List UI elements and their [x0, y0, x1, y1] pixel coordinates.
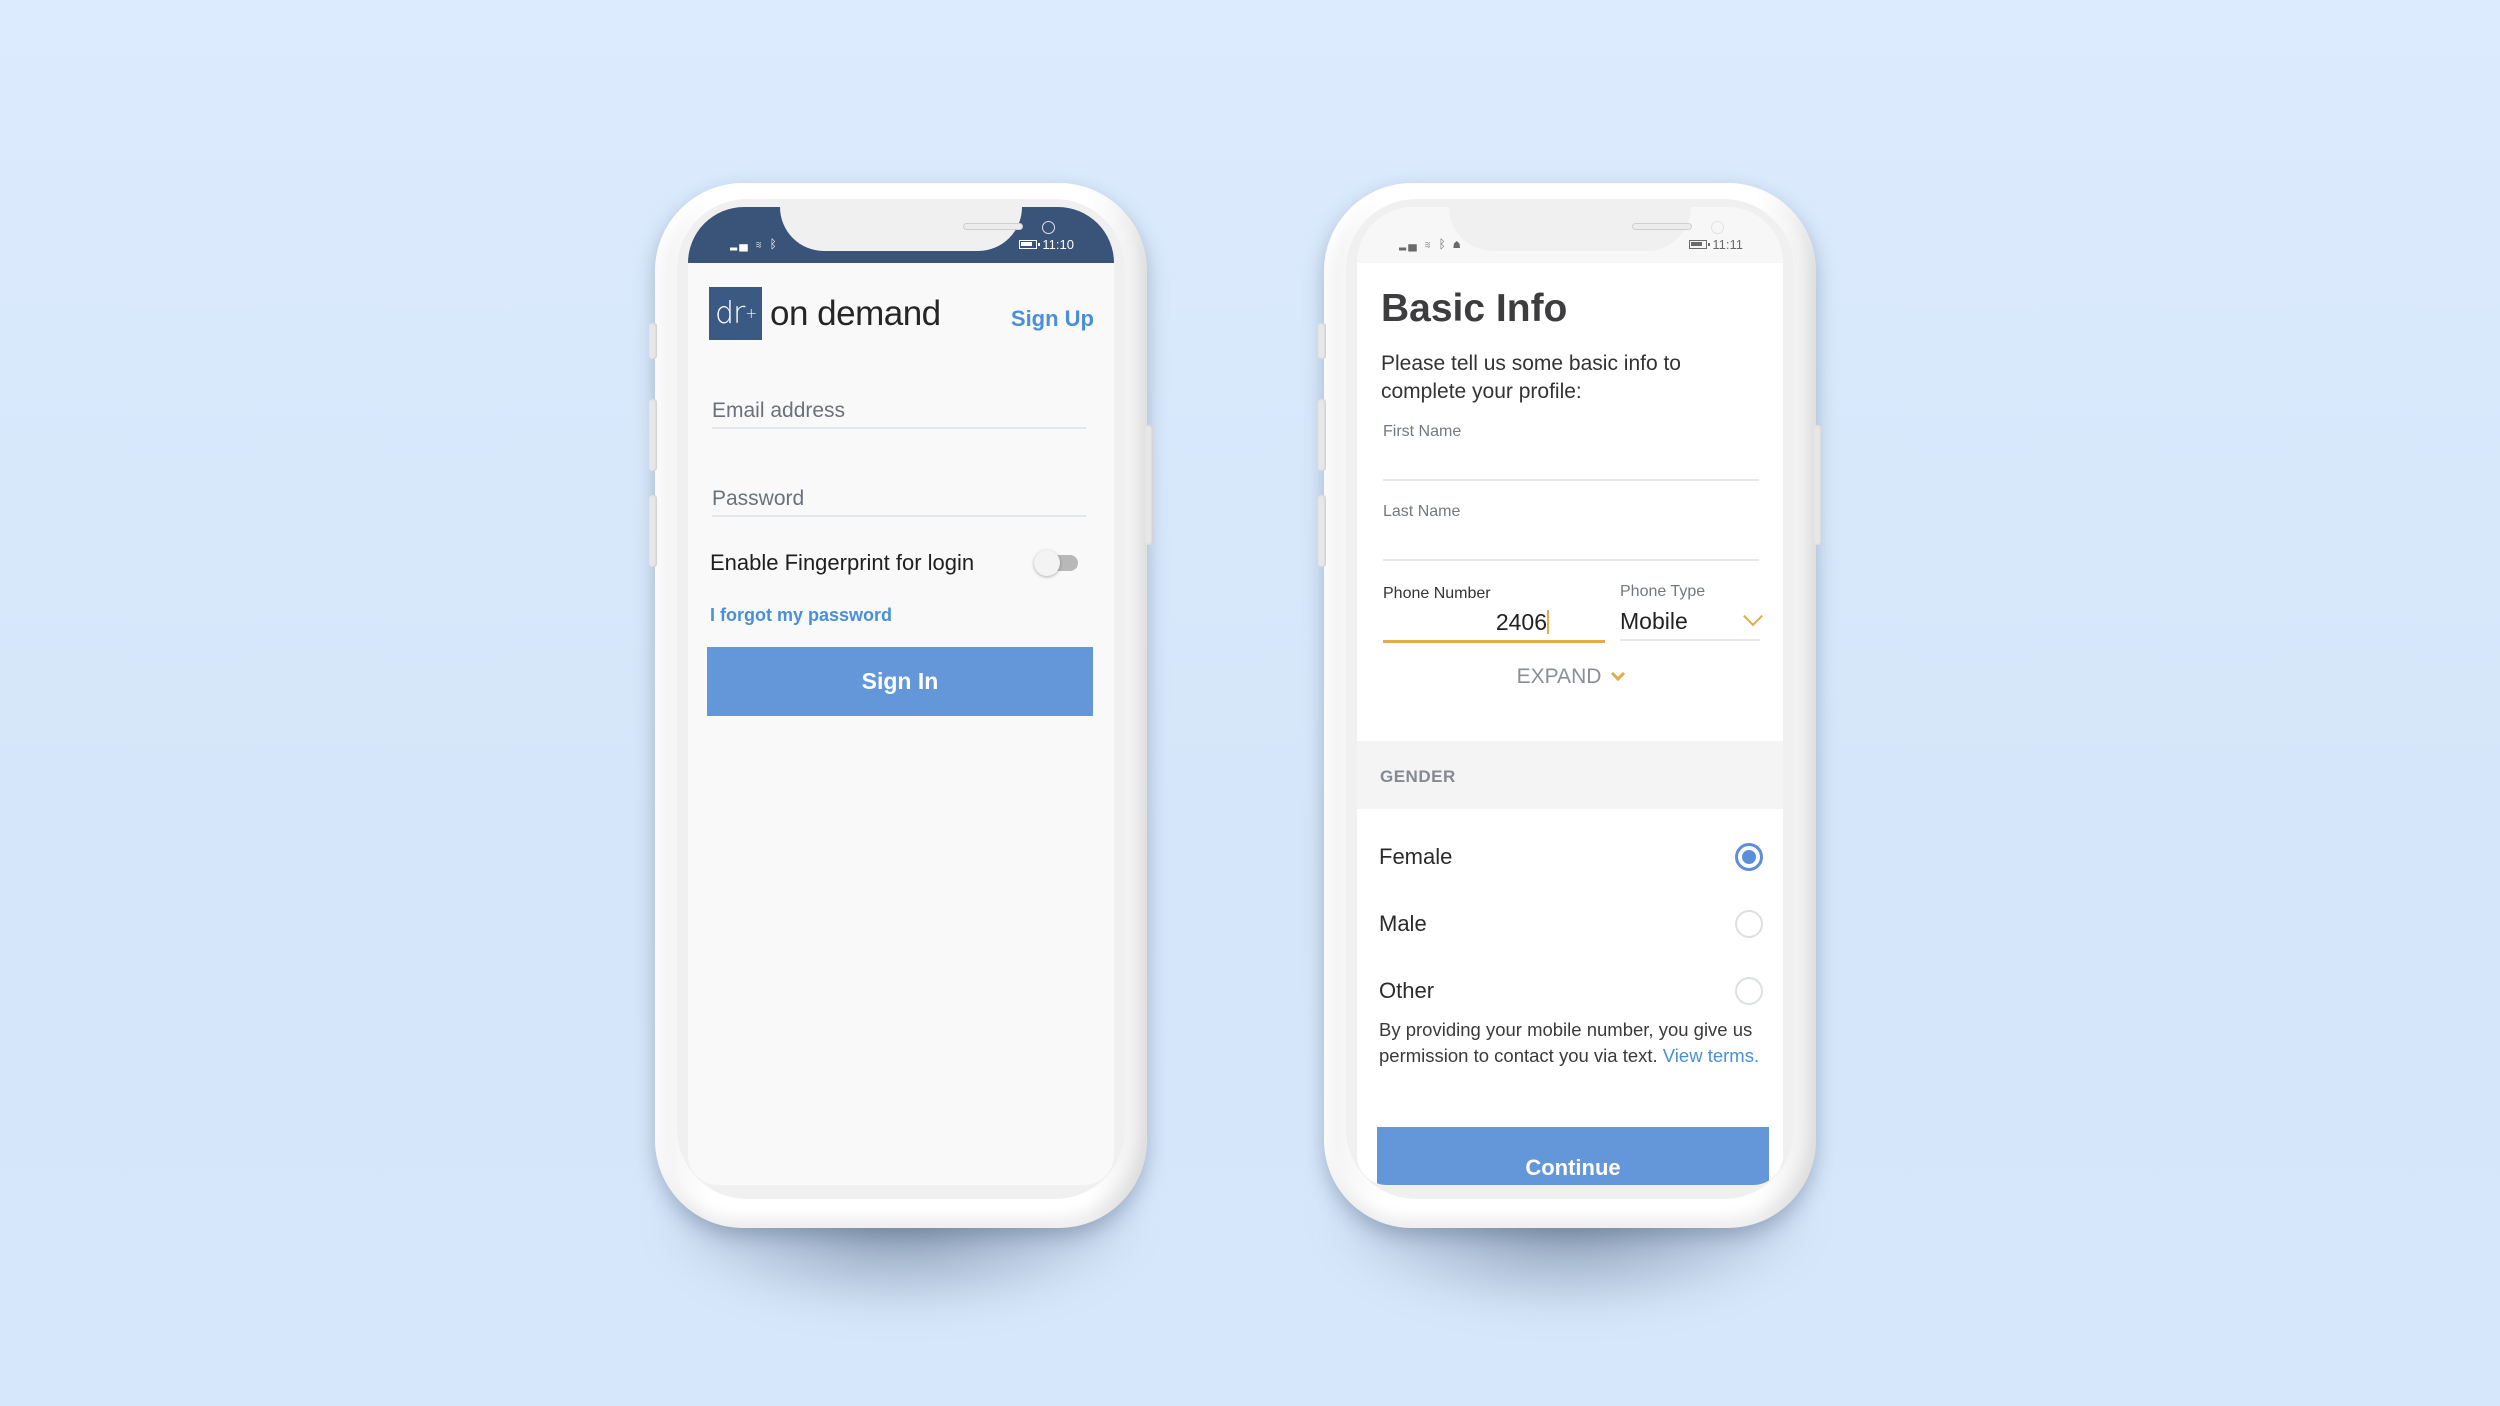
last-name-label: Last Name: [1383, 503, 1461, 520]
gender-header-label: GENDER: [1380, 767, 1456, 786]
volume-up-button: [649, 399, 657, 471]
phone-type-select[interactable]: Phone Type Mobile: [1620, 583, 1763, 641]
side-button: [1318, 323, 1326, 359]
sign-in-button[interactable]: Sign In: [707, 647, 1093, 716]
basic-info-screen: ▂▄ ≋ ᛒ ☗ 11:11 Basic Info Please tell us…: [1357, 207, 1783, 1185]
login-phone: ▂▄ ≋ ᛒ 11:10 dr + on demand Sign Up Email…: [649, 183, 1153, 1228]
header: dr + on demand Sign Up: [709, 287, 1094, 340]
text-cursor: [1547, 610, 1549, 634]
forgot-password-link[interactable]: I forgot my password: [710, 605, 892, 626]
volume-down-button: [1318, 495, 1326, 567]
fingerprint-label: Enable Fingerprint for login: [710, 550, 975, 575]
continue-button[interactable]: Continue: [1377, 1127, 1769, 1185]
gender-option-label: Female: [1379, 844, 1453, 869]
side-button: [649, 323, 657, 359]
sign-up-link[interactable]: Sign Up: [1011, 306, 1094, 332]
status-icons: ▂▄ ≋ ᛒ: [730, 237, 779, 251]
signal-icon: ▂▄: [730, 237, 750, 251]
phone-number-label: Phone Number: [1383, 585, 1491, 602]
chevron-down-icon: [1743, 606, 1763, 627]
gender-option-label: Male: [1379, 911, 1427, 936]
power-button: [1814, 425, 1822, 545]
expand-button[interactable]: EXPAND: [1357, 665, 1783, 689]
login-screen: ▂▄ ≋ ᛒ 11:10 dr + on demand Sign Up Email…: [688, 207, 1114, 1185]
status-icons: ▂▄ ≋ ᛒ ☗: [1399, 237, 1462, 251]
radio-selected-icon[interactable]: [1735, 843, 1763, 871]
bluetooth-icon: ᛒ: [1438, 237, 1448, 251]
notch: [1449, 207, 1724, 251]
brand-name: on demand: [770, 293, 941, 333]
password-placeholder: Password: [712, 487, 805, 510]
gender-option-male[interactable]: Male: [1379, 894, 1763, 954]
basic-info-phone: ▂▄ ≋ ᛒ ☗ 11:11 Basic Info Please tell us…: [1318, 183, 1822, 1228]
brand-logo: dr +: [709, 287, 762, 340]
phone-type-value: Mobile: [1620, 608, 1688, 634]
status-time: 11:10: [1042, 236, 1074, 252]
status-right: 11:10: [1019, 237, 1074, 252]
consent-text: By providing your mobile number, you giv…: [1379, 1017, 1769, 1069]
radio-unselected-icon[interactable]: [1735, 910, 1763, 938]
phone-number-value: 2406: [1496, 609, 1549, 636]
view-terms-link[interactable]: View terms.: [1663, 1045, 1759, 1066]
volume-down-button: [649, 495, 657, 567]
power-button: [1145, 425, 1153, 545]
chevron-down-icon: [1611, 666, 1626, 682]
status-right: 11:11: [1689, 237, 1743, 252]
battery-icon: [1019, 239, 1041, 249]
fingerprint-row: Enable Fingerprint for login: [710, 550, 1084, 576]
fingerprint-toggle[interactable]: [1034, 550, 1078, 576]
page-title: Basic Info: [1381, 287, 1568, 330]
gender-option-female[interactable]: Female: [1379, 827, 1763, 887]
phone-number-field[interactable]: Phone Number 2406: [1383, 585, 1605, 643]
email-field[interactable]: Email address: [712, 399, 1086, 429]
last-name-field[interactable]: Last Name: [1383, 503, 1759, 561]
battery-icon: [1689, 239, 1711, 249]
camera: [1711, 221, 1724, 234]
bluetooth-icon: ᛒ: [769, 237, 779, 251]
status-time: 11:11: [1712, 236, 1743, 252]
expand-label: EXPAND: [1516, 665, 1602, 688]
gender-option-label: Other: [1379, 978, 1435, 1003]
phone-number-text: 2406: [1495, 609, 1547, 635]
gender-option-other[interactable]: Other: [1379, 961, 1763, 1021]
volume-up-button: [1318, 399, 1326, 471]
logo-mark: dr: [714, 296, 745, 331]
page-subtitle: Please tell us some basic info to comple…: [1381, 352, 1681, 403]
first-name-label: First Name: [1383, 423, 1462, 440]
first-name-field[interactable]: First Name: [1383, 423, 1759, 481]
phone-type-label: Phone Type: [1620, 583, 1706, 600]
camera: [1042, 221, 1055, 234]
wifi-icon: ≋: [755, 237, 765, 251]
signal-icon: ▂▄: [1399, 237, 1419, 251]
speaker: [963, 223, 1023, 230]
email-placeholder: Email address: [712, 399, 846, 422]
wifi-icon: ≋: [1424, 237, 1434, 251]
vpn-icon: ☗: [1453, 237, 1463, 251]
radio-unselected-icon[interactable]: [1735, 977, 1763, 1005]
speaker: [1632, 223, 1692, 230]
notch: [780, 207, 1055, 251]
password-field[interactable]: Password: [712, 487, 1086, 517]
gender-section-header: GENDER: [1357, 741, 1783, 809]
logo-plus: +: [745, 305, 757, 322]
toggle-knob: [1034, 550, 1060, 576]
